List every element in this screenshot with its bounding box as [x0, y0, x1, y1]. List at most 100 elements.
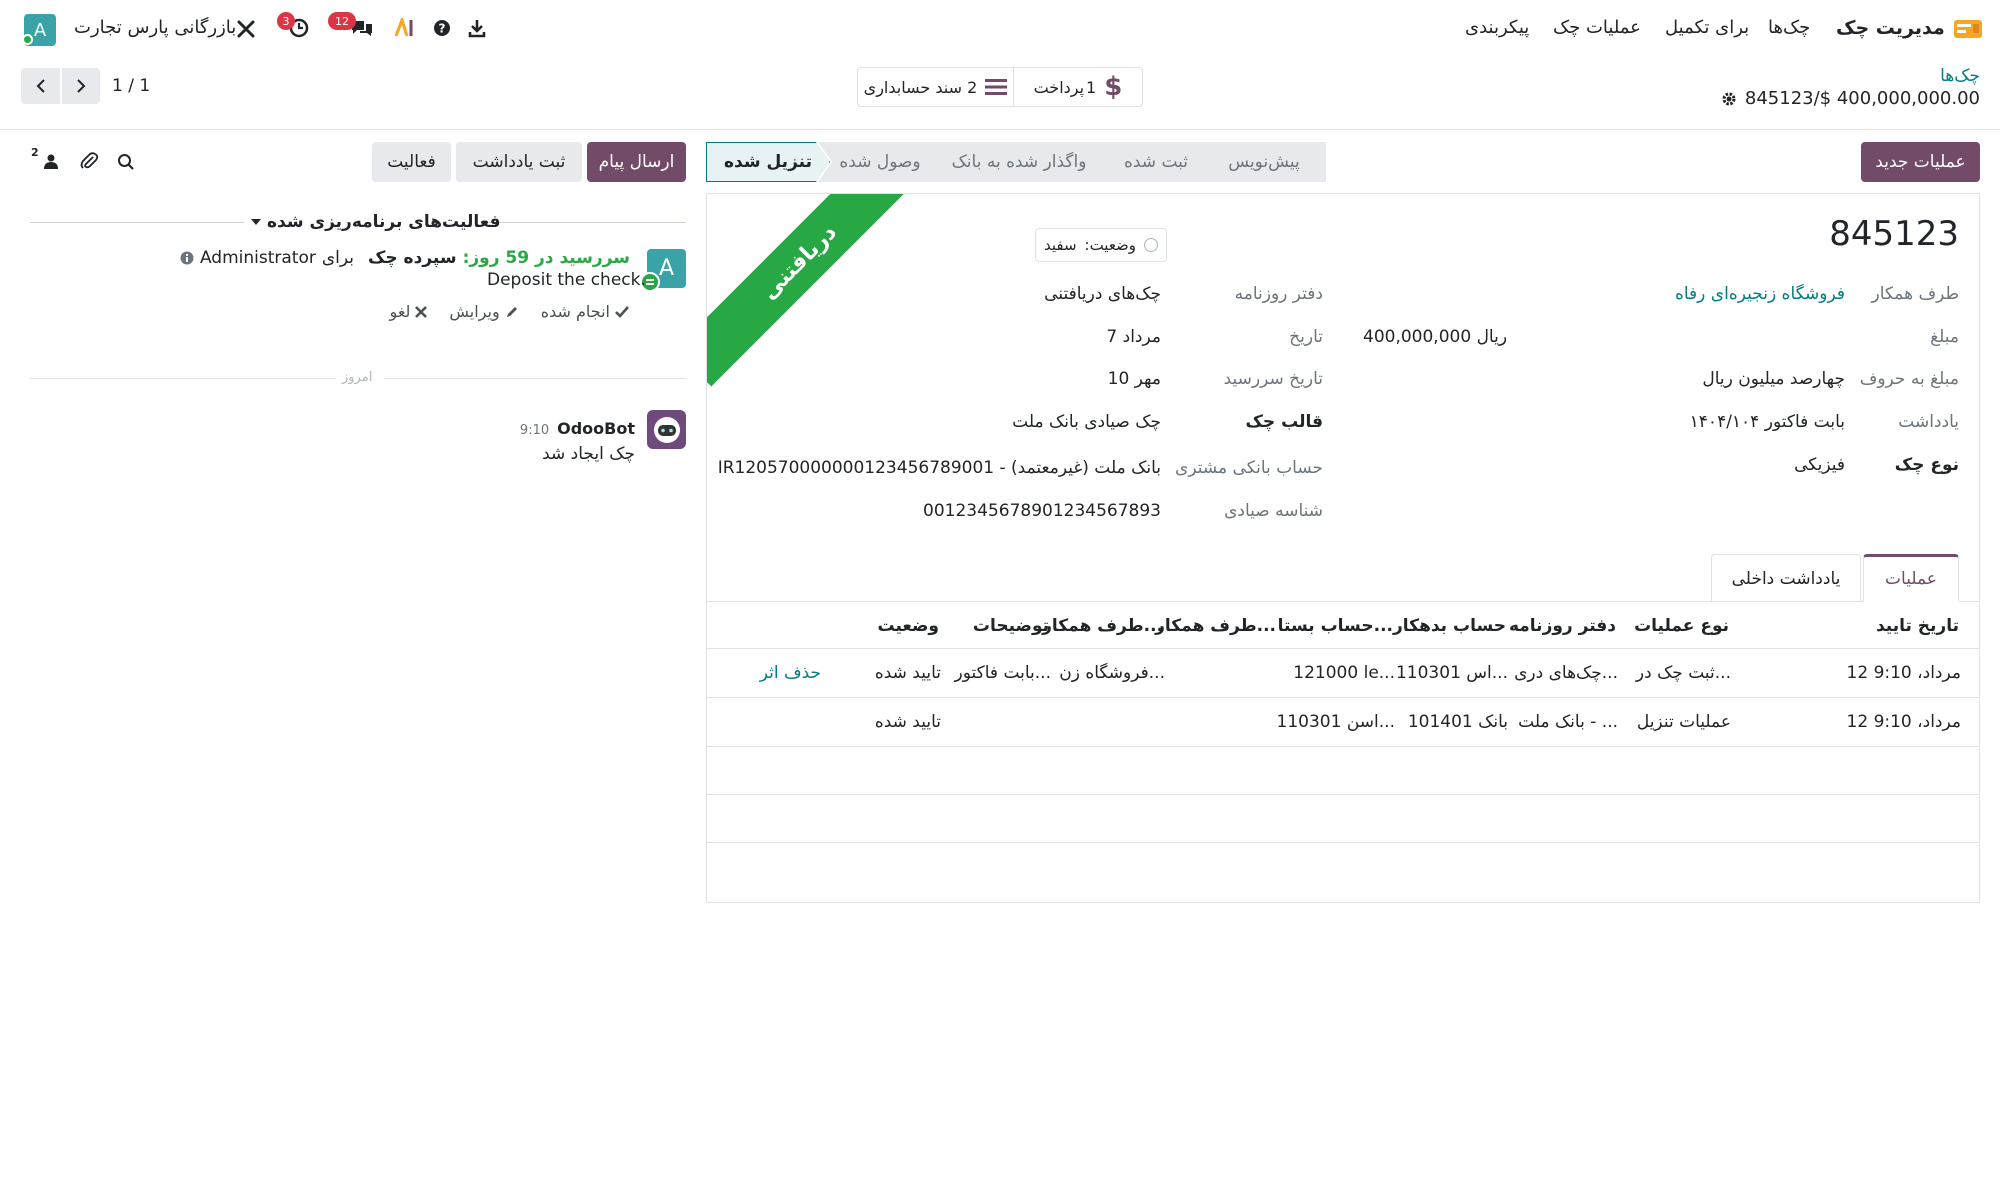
message-header: OdooBot 9:10 — [520, 419, 635, 438]
journal-entries-label: 2 سند حسابداری — [863, 77, 978, 97]
edit-activity-button[interactable]: ویرایش — [449, 302, 518, 321]
col-confirm-date[interactable]: تاریخ تایید — [1876, 616, 1959, 636]
journal-entries-smart-button[interactable]: 2 سند حسابداری — [858, 68, 1013, 106]
col-operation-type[interactable]: نوع عملیات — [1634, 616, 1729, 636]
log-note-button[interactable]: ثبت یادداشت — [456, 142, 582, 182]
field-amount-in-words[interactable]: چهارصد میلیون ریال — [1702, 369, 1845, 389]
cancel-activity-button[interactable]: لغو — [390, 302, 428, 321]
stage-draft[interactable]: پیش‌نویس — [1202, 142, 1326, 182]
status-label: وضعیت: — [1084, 236, 1137, 254]
pager-prev-button[interactable] — [21, 68, 60, 104]
label-memo: یادداشت — [1898, 412, 1959, 432]
label-check-type: نوع چک — [1894, 455, 1959, 475]
payments-smart-button[interactable]: $ 1 پرداخت — [1012, 68, 1142, 106]
activity-summary-line: سررسید در 59 روز: سپرده چک برای Administ… — [180, 248, 630, 268]
payments-label: پرداخت — [1033, 77, 1085, 97]
send-message-button[interactable]: ارسال پیام — [587, 142, 686, 182]
cell-status: تایید شده — [874, 712, 941, 732]
cell-credit: 121000 le... — [1293, 663, 1395, 683]
row-divider — [707, 794, 1979, 795]
field-sayad-id[interactable]: 0012345678901234567893 — [923, 501, 1161, 521]
field-journal[interactable]: چک‌های دریافتنی — [1044, 284, 1161, 304]
edit-activity-label: ویرایش — [449, 302, 500, 321]
stage-discounted[interactable]: تنزیل شده — [706, 142, 830, 182]
activity-name: سپرده چک — [367, 248, 457, 268]
cell-journal: بانک ملت - ... — [1518, 712, 1618, 732]
stage-transferred-to-bank[interactable]: واگذار شده به بانک — [928, 142, 1110, 182]
stage-collected[interactable]: وصول شده — [818, 142, 942, 182]
app-name[interactable]: مدیریت چک — [1836, 17, 1945, 39]
cell-journal: چک‌های دری... — [1514, 663, 1618, 683]
field-amount[interactable]: 400,000,000 ریال — [1363, 327, 1507, 347]
field-due-date[interactable]: 10 مهر — [1108, 369, 1161, 389]
field-check-type[interactable]: فیزیکی — [1794, 455, 1845, 475]
tab-operations[interactable]: عملیات — [1863, 554, 1959, 602]
activity-actions: انجام شده ویرایش لغو — [390, 302, 629, 321]
label-sayad-id: شناسه صیادی — [1224, 501, 1323, 521]
tab-internal-notes[interactable]: یادداشت داخلی — [1711, 554, 1861, 602]
search-icon[interactable] — [116, 152, 136, 172]
svg-text:?: ? — [439, 22, 446, 36]
paperclip-icon[interactable] — [78, 150, 100, 172]
col-debit-account[interactable]: حساب بدهکار — [1393, 616, 1506, 636]
table-row[interactable]: 12 مرداد، 9:10 عملیات تنزیل بانک ملت - .… — [707, 698, 1979, 746]
status-widget[interactable]: وضعیت: سفید — [1035, 228, 1167, 262]
planned-activities-title: فعالیت‌های برنامه‌ریزی شده — [267, 212, 501, 232]
col-partner-1[interactable]: طرف همکار... — [1155, 616, 1276, 636]
statusbar: پیش‌نویس ثبت شده واگذار شده به بانک وصول… — [706, 142, 1326, 182]
field-memo[interactable]: بابت فاکتور ۱۴۰۴/۱۰۴ — [1690, 412, 1845, 432]
company-switcher[interactable]: بازرگانی پارس تجارت — [74, 17, 236, 38]
col-journal[interactable]: دفتر روزنامه — [1509, 616, 1616, 636]
cell-operation: ثبت چک در... — [1635, 663, 1731, 683]
pager-next-button[interactable] — [62, 68, 100, 104]
breadcrumb-checks[interactable]: چک‌ها — [1940, 66, 1980, 86]
col-status[interactable]: وضعیت — [877, 616, 939, 636]
gear-icon[interactable] — [1721, 91, 1737, 107]
planned-divider-left — [30, 222, 244, 223]
pager-value[interactable]: 1 / 1 — [112, 76, 150, 96]
menu-configuration[interactable]: پیکربندی — [1465, 17, 1529, 38]
download-icon[interactable] — [466, 17, 488, 39]
record-title-row: 845123/$ 400,000,000.00 — [1721, 88, 1980, 109]
revert-link[interactable]: حذف اثر — [760, 663, 821, 683]
info-icon[interactable] — [180, 251, 194, 265]
online-status-dot — [22, 34, 33, 45]
mark-done-label: انجام شده — [540, 302, 610, 321]
activity-for: برای — [321, 248, 354, 268]
table-row[interactable]: 12 مرداد، 9:10 ثبت چک در... چک‌های دری..… — [707, 649, 1979, 697]
cell-credit: 110301 اسن... — [1276, 712, 1395, 732]
cell-description: بابت فاکتور... — [954, 663, 1051, 683]
new-operation-button[interactable]: عملیات جدید — [1861, 142, 1980, 182]
odoobot-avatar — [647, 410, 686, 449]
col-credit-account[interactable]: حساب بستا... — [1278, 616, 1393, 636]
field-date[interactable]: 7 مرداد — [1106, 327, 1161, 347]
label-partner: طرف همکار — [1871, 284, 1959, 304]
cell-debit: 110301 اس... — [1395, 663, 1508, 683]
cell-operation: عملیات تنزیل — [1636, 712, 1731, 732]
activity-count-badge: 3 — [277, 12, 295, 30]
caret-down-icon — [251, 218, 261, 226]
menu-to-complete[interactable]: برای تکمیل — [1665, 17, 1749, 38]
field-partner[interactable]: فروشگاه زنجیره‌ای رفاه — [1675, 284, 1845, 304]
message-author[interactable]: OdooBot — [557, 419, 635, 438]
app-icon[interactable] — [1953, 18, 1983, 40]
ai-assistant-icon[interactable] — [393, 17, 417, 39]
planned-activities-toggle[interactable]: فعالیت‌های برنامه‌ریزی شده — [251, 212, 500, 232]
debug-tools-icon[interactable] — [235, 18, 257, 40]
record-title: 845123/$ 400,000,000.00 — [1744, 88, 1980, 109]
activity-due-text: سررسید در 59 روز: — [462, 248, 630, 268]
activity-button[interactable]: فعالیت — [372, 142, 451, 182]
help-icon[interactable]: ? — [432, 18, 452, 38]
label-amount-in-words: مبلغ به حروف — [1859, 369, 1959, 389]
followers-icon[interactable] — [42, 152, 60, 170]
field-check-template[interactable]: چک صیادی بانک ملت — [1012, 412, 1161, 432]
row-divider — [707, 842, 1979, 843]
menu-checks[interactable]: چک‌ها — [1768, 17, 1810, 38]
list-icon — [985, 78, 1008, 96]
mark-done-button[interactable]: انجام شده — [541, 302, 629, 321]
menu-check-operations[interactable]: عملیات چک — [1553, 17, 1641, 38]
col-description[interactable]: توضیحات — [973, 616, 1049, 636]
field-customer-bank-account[interactable]: IR120570000000123456789001 - بانک ملت (غ… — [718, 458, 1161, 478]
stage-registered[interactable]: ثبت شده — [1096, 142, 1216, 182]
col-partner-2[interactable]: طرف همکار... — [1042, 616, 1163, 636]
